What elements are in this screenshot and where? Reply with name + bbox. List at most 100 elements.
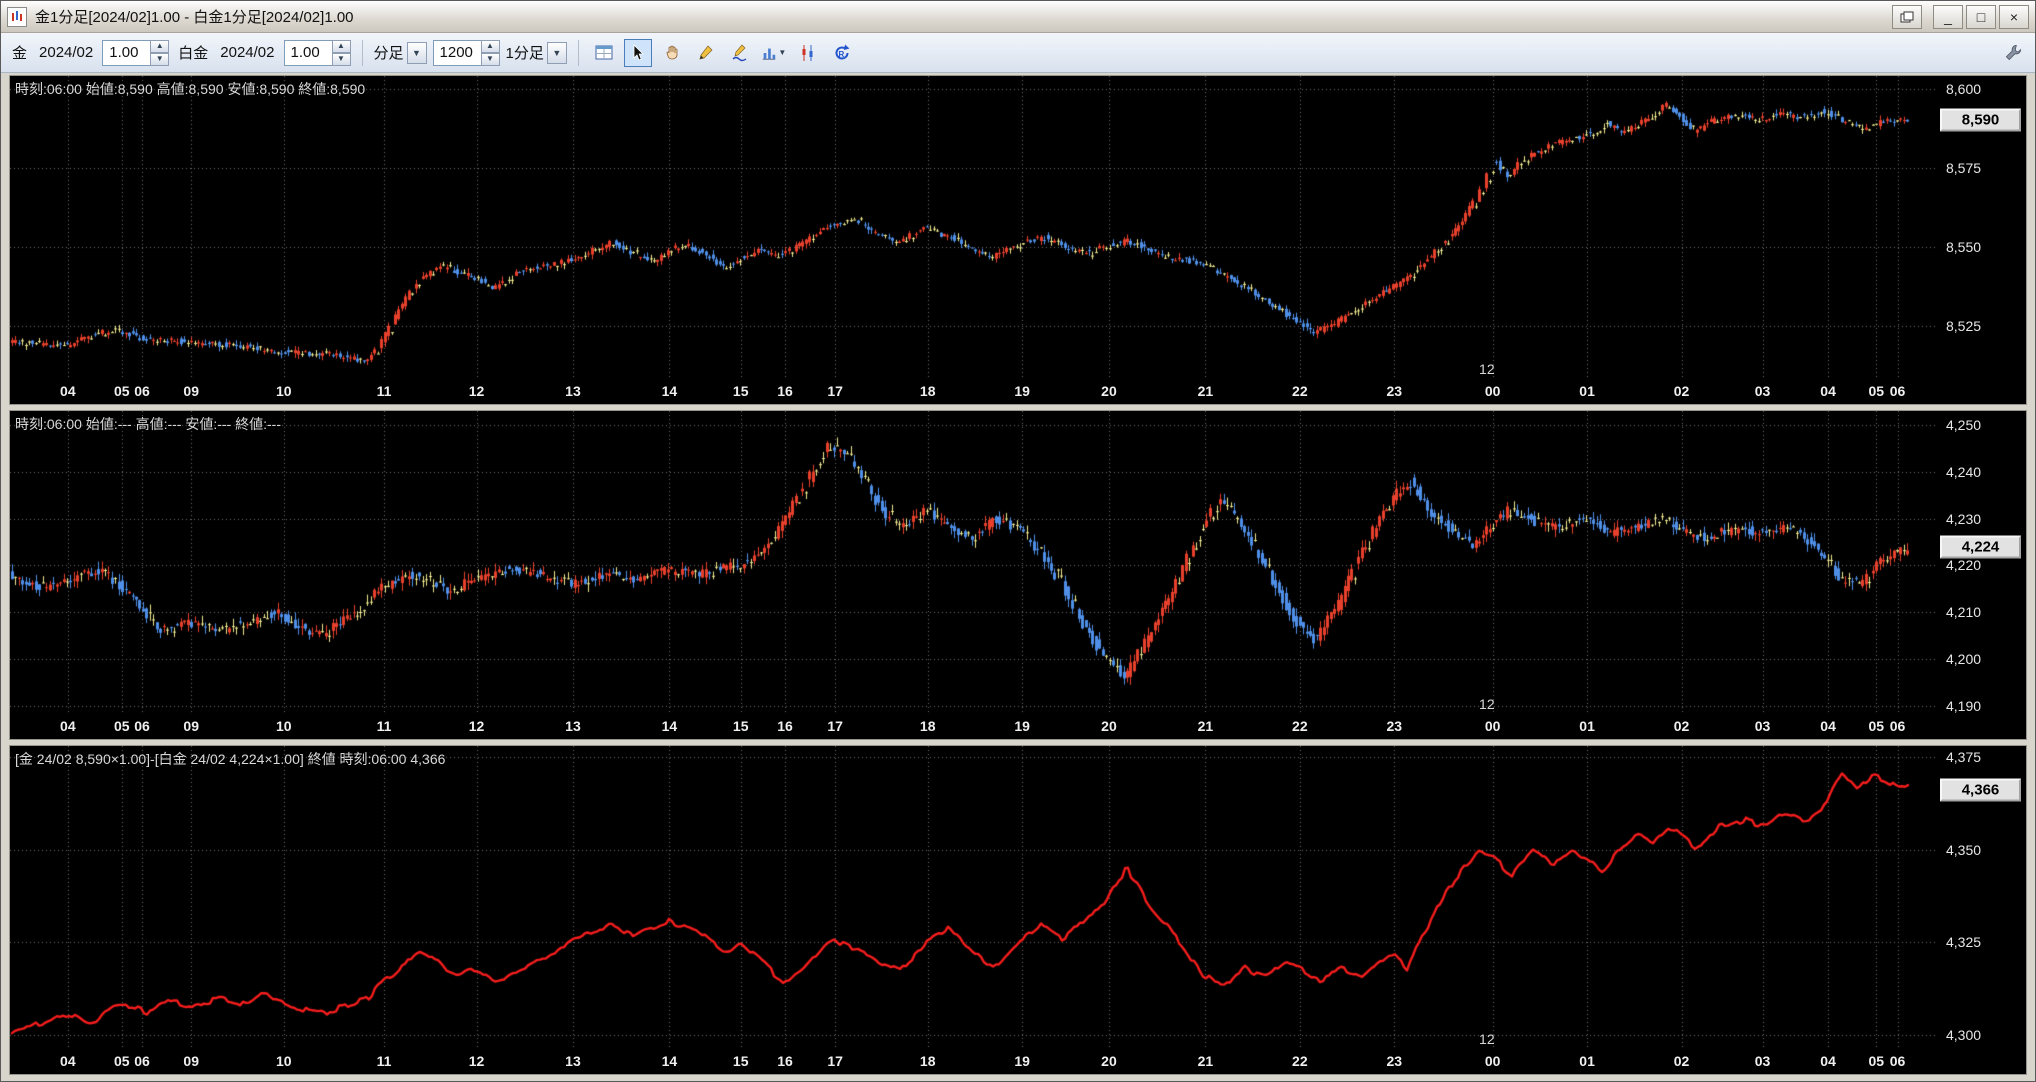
select-cursor-icon [633, 43, 644, 61]
time-tick-label: 09 [183, 383, 200, 399]
current-price-badge: 4,366 [1940, 778, 2021, 802]
time-tick-label: 19 [1014, 383, 1030, 399]
price-tick-label: 4,250 [1946, 417, 1982, 434]
spread-price-axis[interactable]: 4,375 4,350 4,325 4,300 4,366 [1938, 746, 2026, 1050]
time-tick-label: 21 [1197, 383, 1214, 399]
time-tick-label: 01 [1579, 383, 1595, 399]
float-window-button[interactable] [1892, 4, 1922, 29]
pan-hand-icon [666, 45, 678, 59]
price-tick-label: 4,300 [1946, 1027, 1982, 1044]
spin-down-icon[interactable]: ▼ [150, 52, 170, 66]
platinum-price-axis[interactable]: 4,250 4,240 4,230 4,220 4,210 4,200 4,190 4,224 [1938, 411, 2026, 715]
time-tick-label: 06 [1889, 718, 1906, 734]
spread-info: [金 24/02 8,590×1.00]-[白金 24/02 4,224×1.0… [15, 751, 446, 767]
spin-down-icon[interactable]: ▼ [331, 52, 351, 66]
chevron-down-icon[interactable]: ▼ [778, 48, 786, 57]
gold-time-axis[interactable]: 04 05 06 09 10 11 12 13 14 15 16 17 18 19 20 21 22 23 00 01… [10, 380, 2026, 404]
gold-month-select[interactable]: 2024/02 [36, 44, 96, 61]
maximize-button[interactable]: □ [1966, 4, 1996, 29]
settings-wrench-button[interactable] [1999, 39, 2027, 67]
time-tick-label: 04 [60, 383, 76, 399]
time-tick-label: 14 [661, 718, 678, 734]
time-tick-label: 23 [1386, 383, 1403, 399]
grid-window-button[interactable] [590, 39, 618, 67]
title-bar[interactable]: 金1分足[2024/02]1.00 - 白金1分足[2024/02]1.00 _… [1, 1, 2035, 33]
minimize-button[interactable]: _ [1933, 4, 1963, 29]
bar-count-value[interactable]: 1200 [432, 39, 481, 66]
spin-up-icon[interactable]: ▲ [150, 39, 170, 53]
chevron-down-icon[interactable]: ▼ [546, 41, 567, 64]
time-tick-label: 16 [777, 718, 793, 734]
spin-up-icon[interactable]: ▲ [331, 39, 351, 53]
time-tick-label: 22 [1292, 383, 1308, 399]
time-tick-label: 03 [1754, 718, 1771, 734]
time-tick-label: 11 [376, 718, 392, 734]
date-label: 12 [1479, 361, 1495, 377]
trendline-pencil-button[interactable] [692, 39, 720, 67]
bar-type-dropdown[interactable]: 分足 ▼ [373, 41, 427, 64]
time-tick-label: 12 [468, 1053, 485, 1069]
time-tick-label: 17 [827, 383, 843, 399]
time-tick-label: 14 [661, 1053, 678, 1069]
wrench-icon [2005, 44, 2021, 61]
time-tick-label: 20 [1101, 718, 1117, 734]
time-tick-label: 11 [376, 383, 392, 399]
time-tick-label: 12 [468, 718, 485, 734]
interval-dropdown[interactable]: 1分足 ▼ [506, 41, 567, 64]
freehand-pen-button[interactable] [726, 39, 754, 67]
pan-hand-button[interactable] [658, 39, 686, 67]
platinum-multiplier-value[interactable]: 1.00 [283, 39, 332, 66]
time-tick-label: 05 [1868, 1053, 1885, 1069]
reload-button[interactable]: R [828, 39, 856, 67]
time-tick-label: 18 [919, 718, 936, 734]
select-cursor-button[interactable] [623, 38, 652, 67]
spin-down-icon[interactable]: ▼ [480, 52, 500, 66]
candlestick-style-button[interactable] [794, 39, 822, 67]
price-tick-label: 4,220 [1946, 557, 1982, 574]
time-tick-label: 22 [1292, 718, 1308, 734]
time-tick-label: 02 [1673, 718, 1690, 734]
gold-multiplier-value[interactable]: 1.00 [102, 39, 151, 66]
window-title: 金1分足[2024/02]1.00 - 白金1分足[2024/02]1.00 [35, 9, 354, 26]
gold-chart-canvas[interactable] [10, 76, 1938, 380]
chevron-down-icon[interactable]: ▼ [406, 41, 427, 64]
platinum-month-select[interactable]: 2024/02 [217, 44, 277, 61]
toolbar: 金 2024/02 1.00 ▲ ▼ 白金 2024/02 1.00 ▲ ▼ 分… [1, 33, 2035, 73]
time-tick-label: 16 [777, 1053, 793, 1069]
app-chart-icon [7, 6, 27, 27]
platinum-time-axis[interactable]: 04 05 06 09 10 11 12 13 14 15 16 17 18 19 20 21 22 23 00 01… [10, 715, 2026, 739]
bar-count-stepper: 1200 ▲ ▼ [432, 39, 500, 66]
candlestick-icon [802, 44, 813, 61]
gold-price-axis[interactable]: 8,600 8,575 8,550 8,525 8,590 [1938, 76, 2026, 380]
spread-chart-canvas[interactable] [10, 746, 1938, 1050]
chart-panel-platinum: 時刻:06:00 始値:--- 高値:--- 安値:--- 終値:--- 12 … [9, 410, 2027, 740]
spread-time-axis[interactable]: 04 05 06 09 10 11 12 13 14 15 16 17 18 19 20 21 22 23 00 01… [10, 1050, 2026, 1074]
time-tick-label: 06 [134, 1053, 150, 1069]
indicator-bars-button[interactable]: ▼ [760, 39, 788, 67]
close-button[interactable]: × [1999, 4, 2029, 29]
time-tick-label: 16 [777, 383, 793, 399]
current-price-badge: 4,224 [1940, 535, 2021, 559]
bar-type-label: 分足 [373, 45, 404, 62]
platinum-label: 白金 [178, 45, 209, 62]
gold-plot: 時刻:06:00 始値:8,590 高値:8,590 安値:8,590 終値:8… [10, 76, 1938, 380]
svg-text:R: R [838, 50, 844, 59]
time-tick-label: 00 [1484, 383, 1501, 399]
date-label: 12 [1479, 696, 1495, 712]
time-tick-label: 20 [1101, 383, 1117, 399]
time-tick-label: 06 [134, 718, 150, 734]
time-tick-label: 03 [1754, 1053, 1771, 1069]
time-tick-label: 06 [1889, 1053, 1906, 1069]
platinum-chart-canvas[interactable] [10, 411, 1938, 715]
time-tick-label: 04 [1820, 1053, 1836, 1069]
time-tick-label: 23 [1386, 1053, 1403, 1069]
time-tick-label: 13 [565, 1053, 581, 1069]
time-tick-label: 14 [661, 383, 678, 399]
chart-area: 時刻:06:00 始値:8,590 高値:8,590 安値:8,590 終値:8… [1, 73, 2035, 1081]
price-tick-label: 8,525 [1946, 318, 1982, 335]
spin-up-icon[interactable]: ▲ [480, 39, 500, 53]
grid-window-icon [595, 45, 613, 59]
time-tick-label: 05 [114, 1053, 130, 1069]
time-tick-label: 20 [1101, 1053, 1117, 1069]
platinum-multiplier-stepper: 1.00 ▲ ▼ [283, 39, 351, 66]
